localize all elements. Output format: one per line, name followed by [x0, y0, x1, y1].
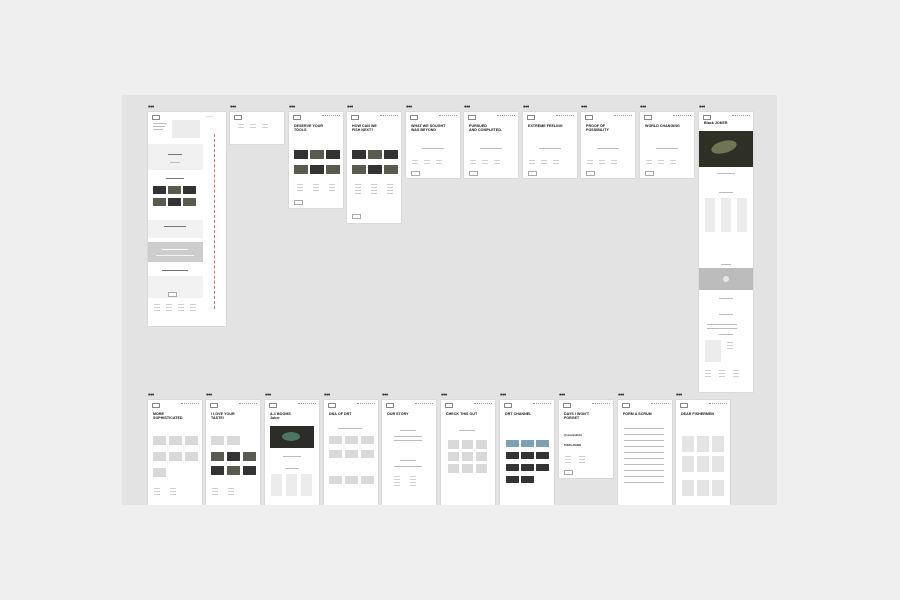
product-image — [270, 426, 314, 448]
screen-heading: DEAR FISHERMEN — [681, 412, 715, 416]
artboard-handle-icon[interactable]: ••• — [148, 104, 154, 111]
screen-heading: CHECK THIS OUT — [446, 412, 478, 416]
product-hero-image — [699, 131, 753, 167]
artboard-home-wireframe[interactable]: ▔▔▔▔ — [148, 112, 226, 326]
artboard-handle-icon[interactable]: ••• — [500, 392, 506, 399]
artboard-check-this-out[interactable]: CHECK THIS OUT — [441, 400, 495, 505]
screen-heading: MORE SOPHISTICATED — [153, 412, 183, 421]
banner-placeholder — [148, 242, 203, 262]
screen-heading: DRT CHANNEL — [505, 412, 532, 416]
artboard-handle-icon[interactable]: ••• — [382, 392, 388, 399]
screen-heading: FORM A SCRUM — [623, 412, 652, 416]
screen-heading: PROOF OF POSSIBILITY — [586, 124, 609, 133]
screen-heading: DNA OF DRT — [329, 412, 352, 416]
artboard-handle-icon[interactable]: ••• — [699, 104, 705, 111]
artboard-what-we-sought[interactable]: WHAT WE SOUGHT WAS BEYOND — [406, 112, 460, 178]
artboard-proof-of-possibility[interactable]: PROOF OF POSSIBILITY — [581, 112, 635, 178]
screen-heading: HOW CAN WE FISH NEXT? — [352, 124, 377, 133]
artboard-handle-icon[interactable]: ••• — [523, 104, 529, 111]
artboard-handle-icon[interactable]: ••• — [676, 392, 682, 399]
hashtag-label: THEKLASHER — [564, 444, 582, 447]
artboard-menu[interactable] — [230, 112, 284, 144]
artboard-deserve-your-tools[interactable]: DESERVE YOUR TOOLS — [289, 112, 343, 208]
instagram-handle[interactable]: @sevenmill.drt — [564, 434, 582, 437]
section-block — [148, 220, 203, 238]
design-canvas: ••• ▔▔▔▔ ••• ••• DESERVE YOUR TOOLS ••• … — [122, 95, 777, 505]
artboard-world-changing[interactable]: WORLD CHANGING — [640, 112, 694, 178]
artboard-handle-icon[interactable]: ••• — [289, 104, 295, 111]
screen-heading: EXTREME FEELING — [528, 124, 563, 128]
artboard-extreme-feeling[interactable]: EXTREME FEELING — [523, 112, 577, 178]
artboard-our-story[interactable]: OUR STORY — [382, 400, 436, 505]
artboard-form-a-scrum[interactable]: FORM A SCRUM — [618, 400, 672, 505]
annotation-note: ▔▔▔▔ — [206, 117, 213, 119]
screen-heading: PURSUED AND COMPLETED. — [469, 124, 503, 133]
screen-heading: DESERVE YOUR TOOLS — [294, 124, 324, 133]
artboard-handle-icon[interactable]: ••• — [464, 104, 470, 111]
artboard-handle-icon[interactable]: ••• — [441, 392, 447, 399]
artboard-dna-of-drt[interactable]: DNA OF DRT — [324, 400, 378, 505]
artboard-drt-channel[interactable]: DRT CHANNEL — [500, 400, 554, 505]
artboard-days-i-wont-forget[interactable]: DAYS I WON'T FORGET @sevenmill.drt THEKL… — [559, 400, 613, 478]
artboard-dear-fishermen[interactable]: DEAR FISHERMEN — [676, 400, 730, 505]
artboard-handle-icon[interactable]: ••• — [148, 392, 154, 399]
artboard-handle-icon[interactable]: ••• — [347, 104, 353, 111]
screen-heading: DAYS I WON'T FORGET — [564, 412, 590, 421]
artboard-a1-booms-joker[interactable]: A-1 BOOMS Joker — [265, 400, 319, 505]
hero-placeholder — [172, 120, 200, 138]
artboard-handle-icon[interactable]: ••• — [559, 392, 565, 399]
artboard-handle-icon[interactable]: ••• — [230, 104, 236, 111]
artboard-handle-icon[interactable]: ••• — [618, 392, 624, 399]
artboard-black-joker[interactable]: Black JOKER — [699, 112, 753, 392]
annotation-line — [214, 134, 215, 309]
artboard-how-can-we-fish-next[interactable]: HOW CAN WE FISH NEXT? — [347, 112, 401, 223]
screen-heading: Black JOKER — [704, 121, 728, 125]
artboard-handle-icon[interactable]: ••• — [265, 392, 271, 399]
screen-heading: I LOVE YOUR TASTE! — [211, 412, 235, 421]
artboard-handle-icon[interactable]: ••• — [324, 392, 330, 399]
artboard-handle-icon[interactable]: ••• — [581, 104, 587, 111]
screen-heading: OUR STORY — [387, 412, 409, 416]
artboard-more-sophisticated[interactable]: MORE SOPHISTICATED — [148, 400, 202, 505]
artboard-i-love-your-taste[interactable]: I LOVE YOUR TASTE! — [206, 400, 260, 505]
artboard-handle-icon[interactable]: ••• — [640, 104, 646, 111]
screen-heading: A-1 BOOMS Joker — [270, 412, 291, 421]
artboard-pursued-and-completed[interactable]: PURSUED AND COMPLETED. — [464, 112, 518, 178]
video-placeholder — [699, 268, 753, 290]
artboard-handle-icon[interactable]: ••• — [406, 104, 412, 111]
logo-placeholder — [152, 115, 160, 120]
screen-heading: WORLD CHANGING — [645, 124, 680, 128]
screen-heading: WHAT WE SOUGHT WAS BEYOND — [411, 124, 446, 133]
artboard-handle-icon[interactable]: ••• — [206, 392, 212, 399]
section-block — [148, 144, 203, 170]
